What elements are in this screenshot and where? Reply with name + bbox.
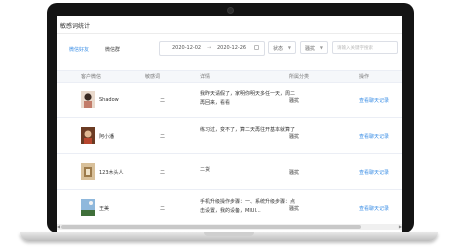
laptop-base (20, 232, 438, 241)
customer-name: Shadow (99, 97, 119, 103)
table-row: 王美 二 手机升级操作步骤：一、系统升级步骤：点击设置，我的设备，MIUI...… (57, 190, 402, 226)
column-header-action: 操作 (359, 74, 370, 80)
calendar-icon (254, 45, 259, 50)
view-chat-link[interactable]: 查看聊天记录 (359, 205, 389, 212)
status-select-label: 状态 (273, 46, 284, 52)
date-start: 2020-12-02 (172, 45, 202, 51)
page-title: 敏感词统计 (60, 23, 91, 30)
category: 骚扰 (289, 134, 300, 140)
column-header-detail: 详情 (200, 74, 211, 80)
view-chat-link[interactable]: 查看聊天记录 (359, 97, 389, 104)
table-row: 123木头人 二 二货 骚扰 查看聊天记录 (57, 154, 402, 190)
view-chat-link[interactable]: 查看聊天记录 (359, 133, 389, 140)
detail-text: 手机升级操作步骤：一、系统升级步骤：点击设置，我的设备，MIUI... (200, 199, 296, 214)
customer-name: 阿小潘 (99, 134, 115, 140)
table-row: 阿小潘 二 练习过，变不了，算二天再往开基本就算了 骚扰 查看聊天记录 (57, 118, 402, 154)
sensitive-word: 二 (160, 98, 166, 104)
laptop-notch (204, 232, 254, 236)
avatar (81, 163, 95, 180)
date-separator: → (207, 45, 212, 51)
table-row: Shadow 二 我昨天请假了，家明你明天多任一天，周二再回来，看看 骚扰 查看… (57, 82, 402, 118)
view-chat-link[interactable]: 查看聊天记录 (359, 169, 389, 176)
column-header-word: 敏感词 (145, 74, 161, 80)
tab-wechat-groups[interactable]: 微信群 (105, 46, 120, 53)
chevron-down-icon: ▼ (319, 45, 323, 50)
sensitive-word: 二 (160, 134, 166, 140)
chevron-down-icon: ▼ (287, 45, 291, 50)
app-screen: 敏感词统计 微信好友 微信群 2020-12-02 → 2020-12-26 状… (57, 16, 402, 232)
avatar (81, 199, 95, 216)
column-header-customer: 客户微信 (81, 74, 102, 80)
title-divider (57, 33, 402, 34)
scroll-right-icon[interactable]: ▶ (399, 224, 402, 229)
sensitive-word: 二 (160, 170, 166, 176)
customer-name: 王美 (99, 206, 110, 212)
search-input[interactable]: 请输入关键字搜索 (332, 41, 398, 54)
category: 骚扰 (289, 98, 300, 104)
detail-text: 练习过，变不了，算二天再往开基本就算了 (200, 127, 296, 133)
type-select-label: 骚扰 (305, 46, 316, 52)
scroll-left-icon[interactable]: ◀ (57, 224, 60, 229)
date-range-picker[interactable]: 2020-12-02 → 2020-12-26 (159, 41, 265, 56)
sensitive-word: 二 (160, 206, 166, 212)
detail-text: 二货 (200, 167, 211, 173)
date-end: 2020-12-26 (217, 45, 247, 51)
camera-icon (228, 8, 233, 13)
scrollbar-thumb[interactable] (61, 225, 361, 229)
customer-name: 123木头人 (99, 170, 124, 176)
type-select[interactable]: 骚扰 ▼ (300, 41, 328, 54)
category: 骚扰 (289, 170, 300, 176)
category: 骚扰 (289, 206, 300, 212)
tab-wechat-friends[interactable]: 微信好友 (69, 46, 89, 53)
status-select[interactable]: 状态 ▼ (268, 41, 296, 54)
detail-text: 我昨天请假了，家明你明天多任一天，周二再回来，看看 (200, 91, 296, 106)
column-header-category: 所属分类 (289, 74, 310, 80)
avatar (81, 127, 95, 144)
avatar (81, 91, 95, 108)
laptop-bezel (47, 3, 414, 17)
